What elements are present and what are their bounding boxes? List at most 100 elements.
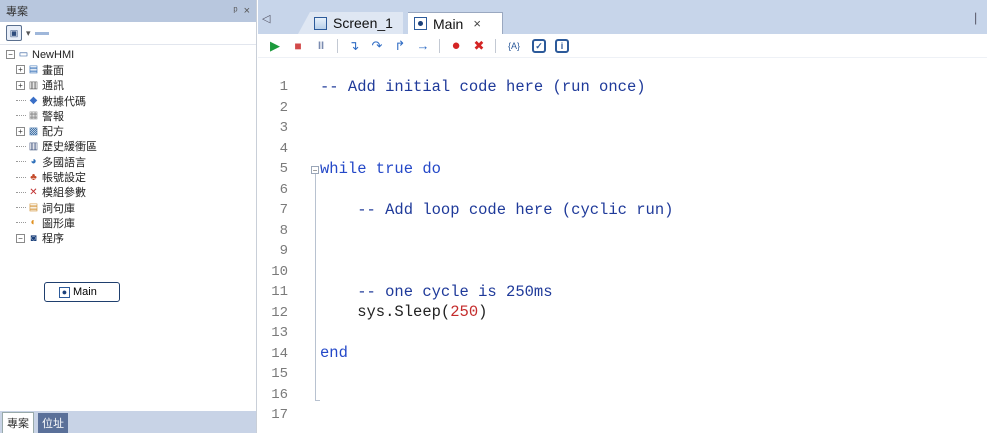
code-sleep-call: sys.Sleep( bbox=[320, 303, 451, 321]
tree-connector bbox=[16, 176, 26, 178]
program-icon: ◙ bbox=[30, 232, 37, 244]
tree-item-label: 程序 bbox=[42, 233, 64, 246]
line-number: 4 bbox=[279, 140, 288, 157]
close-tab-icon[interactable]: × bbox=[473, 16, 481, 31]
breakpoint-icon[interactable]: ● bbox=[449, 37, 463, 54]
step-into-icon[interactable]: ↴ bbox=[347, 38, 361, 54]
tree-item-label: 歷史緩衝區 bbox=[42, 141, 97, 154]
tree-item[interactable]: + ▩ 配方 bbox=[0, 123, 256, 138]
project-toolbar: ▣ ▾ bbox=[0, 22, 256, 45]
recipe-icon: ▩ bbox=[28, 125, 39, 137]
module-icon: ✕ bbox=[29, 186, 38, 198]
tree-item-label: 配方 bbox=[42, 126, 64, 139]
dropdown-icon[interactable]: ▾ bbox=[26, 28, 31, 39]
tree-item-main[interactable]: ● Main bbox=[44, 282, 120, 302]
document-tab-bar: ◁ Screen_1 Main × ▏ bbox=[258, 0, 987, 34]
tree-item-label: 圖形庫 bbox=[42, 217, 75, 230]
run-to-cursor-icon[interactable]: → bbox=[416, 38, 430, 54]
tree-item[interactable]: + ▤ 畫面 bbox=[0, 62, 256, 77]
script-icon: ● bbox=[59, 286, 70, 298]
project-tree: − ▭ NewHMI + ▤ 畫面 + ▥ 通訊 ◆ 數據代碼 ▦ 警報 + ▩ 配方 ▥ 歷史緩衝區 ◕ 多國語言 ♣… bbox=[0, 45, 256, 246]
code-line-7: -- Add loop code here (cyclic run) bbox=[320, 201, 674, 219]
stop-icon[interactable]: ■ bbox=[291, 38, 305, 54]
fold-guide-end bbox=[315, 400, 320, 401]
line-number: 13 bbox=[271, 325, 288, 341]
tree-expander-icon[interactable]: − bbox=[16, 233, 25, 243]
code-line-5: while true do bbox=[320, 160, 441, 178]
script-toolbar: ▶ ■ II ↴ ↷ ↱ → ● ✖ {A} ✓ i bbox=[258, 34, 987, 58]
toolbar-separator bbox=[495, 38, 496, 53]
tab-address[interactable]: 位址 bbox=[38, 413, 68, 433]
fold-toggle-icon[interactable]: − bbox=[311, 166, 319, 175]
tree-connector bbox=[16, 115, 26, 117]
line-number: 14 bbox=[271, 345, 288, 362]
screen-icon: ▤ bbox=[28, 64, 39, 76]
tree-expander-icon[interactable]: + bbox=[16, 65, 25, 75]
step-over-icon[interactable]: ↷ bbox=[370, 38, 384, 54]
line-number: 2 bbox=[279, 99, 288, 116]
clear-breakpoints-icon[interactable]: ✖ bbox=[472, 38, 486, 54]
line-number: 15 bbox=[271, 366, 288, 382]
tree-expander-icon[interactable]: + bbox=[16, 80, 25, 90]
tree-item[interactable]: ◕ 多國語言 bbox=[0, 154, 256, 169]
tree-expander-icon[interactable]: + bbox=[16, 126, 25, 136]
alarm-icon: ▦ bbox=[28, 110, 39, 122]
code-sleep-close: ) bbox=[478, 303, 488, 321]
step-out-icon[interactable]: ↱ bbox=[393, 38, 407, 54]
line-number: 17 bbox=[271, 407, 288, 423]
code-line-1: -- Add initial code here (run once) bbox=[320, 78, 646, 96]
line-number: 10 bbox=[271, 263, 288, 280]
build-icon[interactable]: ▣ bbox=[6, 25, 22, 41]
comm-icon: ▥ bbox=[28, 79, 39, 91]
text-library-icon: ▤ bbox=[28, 202, 39, 214]
tree-connector bbox=[16, 222, 26, 224]
tree-item[interactable]: ▤ 詞句庫 bbox=[0, 200, 256, 215]
code-line-12: sys.Sleep(250) bbox=[320, 303, 487, 321]
tree-item[interactable]: ▥ 歷史緩衝區 bbox=[0, 139, 256, 154]
tree-connector bbox=[16, 161, 26, 163]
toolbar-separator bbox=[439, 38, 440, 53]
pause-icon[interactable]: II bbox=[314, 38, 328, 54]
check-syntax-icon[interactable]: ✓ bbox=[532, 38, 546, 53]
screen-icon bbox=[314, 16, 327, 30]
project-panel: 專案 ᵖ × ▣ ▾ − ▭ NewHMI + ▤ 畫面 + ▥ 通訊 ◆ 數據代碼 ▦ 警報 + ▩ 配方 ▥… bbox=[0, 0, 257, 433]
tree-item[interactable]: ✕ 模組參數 bbox=[0, 185, 256, 200]
toolbar-separator bbox=[337, 38, 338, 53]
tree-item[interactable]: ◐ 圖形庫 bbox=[0, 215, 256, 230]
tree-connector bbox=[16, 191, 26, 193]
project-panel-title: 專案 bbox=[6, 6, 28, 18]
tree-item[interactable]: − ▭ NewHMI bbox=[0, 47, 256, 62]
tree-item-label: 數據代碼 bbox=[42, 95, 86, 108]
pin-icon[interactable]: ᵖ bbox=[233, 5, 237, 17]
info-icon[interactable]: i bbox=[555, 38, 569, 53]
variable-icon[interactable]: {A} bbox=[505, 38, 523, 54]
line-number: 12 bbox=[271, 304, 288, 321]
tree-expander-icon[interactable]: − bbox=[6, 50, 15, 60]
tab-project[interactable]: 專案 bbox=[2, 412, 34, 433]
tab-scroll-right-icon[interactable]: ▏ bbox=[975, 14, 983, 25]
tab-main[interactable]: Main × bbox=[408, 12, 503, 34]
tree-item-label: 帳號設定 bbox=[42, 172, 86, 185]
run-icon[interactable]: ▶ bbox=[268, 38, 282, 54]
graphic-library-icon: ◐ bbox=[30, 217, 37, 229]
tree-item[interactable]: + ▥ 通訊 bbox=[0, 78, 256, 93]
tree-item-label: 畫面 bbox=[42, 64, 64, 77]
tab-screen-1[interactable]: Screen_1 bbox=[298, 12, 403, 34]
tree-item-label: 詞句庫 bbox=[42, 202, 75, 215]
tag-icon: ◆ bbox=[29, 95, 38, 107]
line-number: 1 bbox=[279, 79, 288, 95]
tree-item[interactable]: ♣ 帳號設定 bbox=[0, 169, 256, 184]
code-line-14: end bbox=[320, 344, 348, 362]
tree-item-label: 多國語言 bbox=[42, 156, 86, 169]
tab-screen-1-label: Screen_1 bbox=[333, 15, 393, 31]
tree-item[interactable]: ▦ 警報 bbox=[0, 108, 256, 123]
tree-item[interactable]: ◆ 數據代碼 bbox=[0, 93, 256, 108]
close-icon[interactable]: × bbox=[244, 5, 250, 17]
collapse-all-icon[interactable] bbox=[34, 31, 49, 35]
tree-item[interactable]: − ◙ 程序 bbox=[0, 231, 256, 246]
code-editor[interactable]: 1 2 3 4 5 6 7 8 9 10 11 12 13 14 15 16 17 − -- Add initi… bbox=[258, 58, 987, 433]
line-number: 3 bbox=[279, 120, 288, 136]
tree-item-label: NewHMI bbox=[32, 48, 75, 61]
tab-scroll-left-icon[interactable]: ◁ bbox=[262, 12, 270, 25]
tab-main-label: Main bbox=[433, 15, 464, 32]
